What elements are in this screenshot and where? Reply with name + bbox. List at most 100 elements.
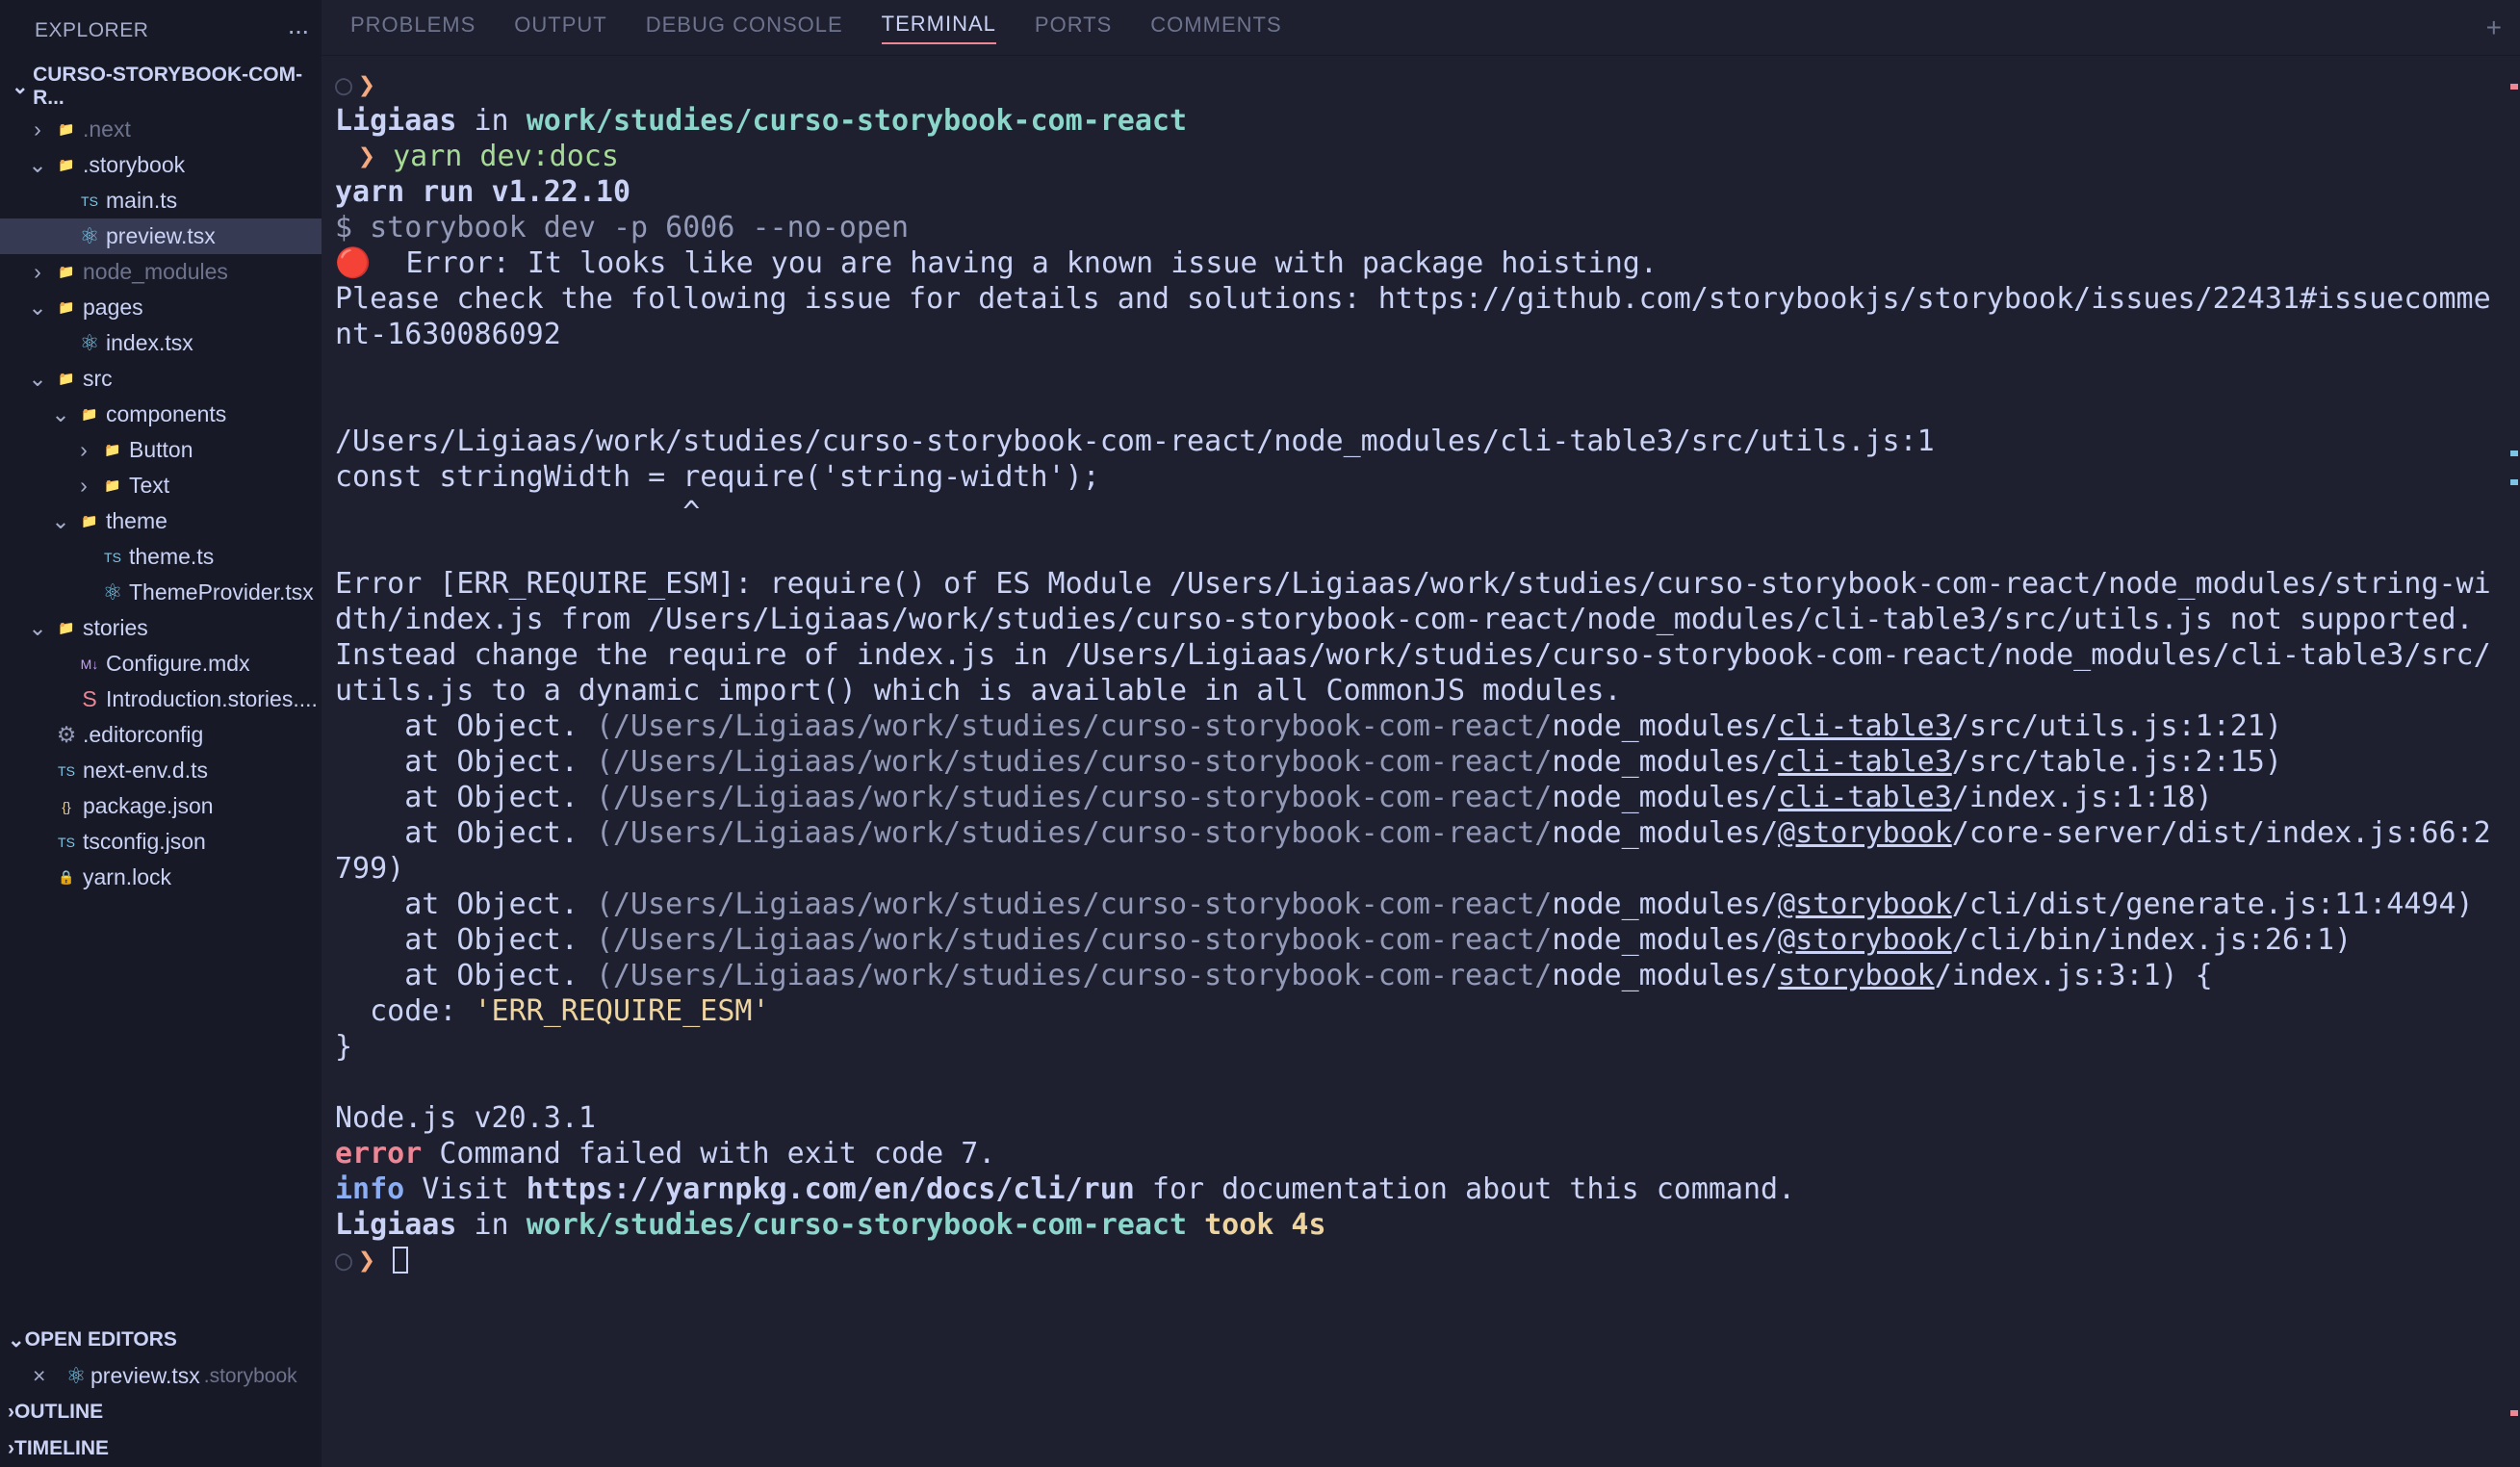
chevron-icon: › xyxy=(23,259,52,285)
tree-item[interactable]: ⌄📁.storybook xyxy=(0,147,321,183)
file-icon: 🔒 xyxy=(52,869,81,886)
file-icon: TS xyxy=(52,763,81,779)
tree-item[interactable]: ⌄📁components xyxy=(0,397,321,432)
file-icon: 📁 xyxy=(98,442,127,458)
editor-file-name: preview.tsx xyxy=(90,1363,200,1389)
file-icon: 📁 xyxy=(52,299,81,316)
panel-tab[interactable]: DEBUG CONSOLE xyxy=(646,13,843,43)
chevron-icon: ⌄ xyxy=(23,295,52,321)
tree-item[interactable]: TStsconfig.json xyxy=(0,824,321,860)
tree-item[interactable]: ⌄📁theme xyxy=(0,503,321,539)
tree-item-label: pages xyxy=(83,295,143,321)
chevron-icon: › xyxy=(69,473,98,499)
tree-item[interactable]: M↓Configure.mdx xyxy=(0,646,321,682)
chevron-icon: ⌄ xyxy=(23,152,52,178)
tree-item[interactable]: ⚛preview.tsx xyxy=(0,219,321,254)
open-editors-title: OPEN EDITORS xyxy=(25,1328,177,1351)
chevron-icon: ⌄ xyxy=(46,508,75,534)
file-icon: 📁 xyxy=(75,513,104,529)
outline-title: OUTLINE xyxy=(14,1401,103,1424)
file-icon: ⚛ xyxy=(98,579,127,605)
file-icon: ⚙ xyxy=(52,722,81,748)
tree-item-label: src xyxy=(83,366,113,392)
file-icon: 📁 xyxy=(75,406,104,423)
panel-tab[interactable]: COMMENTS xyxy=(1150,13,1281,43)
chevron-right-icon: › xyxy=(8,1437,14,1460)
chevron-icon: ⌄ xyxy=(46,401,75,427)
timeline-title: TIMELINE xyxy=(14,1437,109,1460)
outline-header[interactable]: › OUTLINE xyxy=(0,1394,321,1430)
more-icon[interactable]: ··· xyxy=(287,15,308,46)
tree-item-label: next-env.d.ts xyxy=(83,758,208,784)
tree-item-label: package.json xyxy=(83,793,214,819)
file-icon: 📁 xyxy=(52,371,81,387)
chevron-icon: › xyxy=(23,116,52,142)
file-icon: ⚛ xyxy=(62,1363,90,1389)
new-terminal-icon[interactable]: + xyxy=(2486,13,2503,43)
tree-item[interactable]: 🔒yarn.lock xyxy=(0,860,321,895)
open-editor-item[interactable]: ×⚛preview.tsx.storybook xyxy=(0,1358,321,1394)
explorer-sidebar: EXPLORER ··· ⌄ CURSO-STORYBOOK-COM-R... … xyxy=(0,0,321,1467)
tree-item[interactable]: ⌄📁stories xyxy=(0,610,321,646)
tree-item-label: Button xyxy=(129,437,193,463)
project-section-header[interactable]: ⌄ CURSO-STORYBOOK-COM-R... xyxy=(0,62,321,112)
tree-item[interactable]: TStheme.ts xyxy=(0,539,321,575)
tree-item-label: components xyxy=(106,401,226,427)
tree-item-label: index.tsx xyxy=(106,330,193,356)
chevron-icon: ⌄ xyxy=(23,366,52,392)
tree-item-label: .editorconfig xyxy=(83,722,203,748)
open-editors-list: ×⚛preview.tsx.storybook xyxy=(0,1358,321,1394)
tree-item[interactable]: ›📁node_modules xyxy=(0,254,321,290)
chevron-right-icon: › xyxy=(8,1401,14,1424)
file-icon: TS xyxy=(75,193,104,209)
file-icon: M↓ xyxy=(75,656,104,672)
tree-item[interactable]: SIntroduction.stories.... xyxy=(0,682,321,717)
file-icon: 📁 xyxy=(52,620,81,636)
panel-tab[interactable]: PORTS xyxy=(1035,13,1112,43)
editor-file-path: .storybook xyxy=(204,1365,297,1388)
tree-item-label: Introduction.stories.... xyxy=(106,686,318,712)
explorer-title: EXPLORER xyxy=(35,19,148,42)
tree-item[interactable]: TSmain.ts xyxy=(0,183,321,219)
file-icon: 📁 xyxy=(52,157,81,173)
panel-tab[interactable]: PROBLEMS xyxy=(350,13,476,43)
project-name: CURSO-STORYBOOK-COM-R... xyxy=(33,64,310,110)
tree-item[interactable]: ⌄📁src xyxy=(0,361,321,397)
tree-item-label: .storybook xyxy=(83,152,185,178)
tree-item-label: main.ts xyxy=(106,188,177,214)
file-icon: ⚛ xyxy=(75,223,104,249)
tree-item[interactable]: ⚙.editorconfig xyxy=(0,717,321,753)
main-panel: PROBLEMS OUTPUT DEBUG CONSOLE TERMINAL PORTS… xyxy=(321,0,2520,1467)
chevron-icon: › xyxy=(69,437,98,463)
file-tree: ›📁.next⌄📁.storybookTSmain.ts⚛preview.tsx… xyxy=(0,112,321,1322)
tree-item-label: Configure.mdx xyxy=(106,651,250,677)
tree-item[interactable]: ⚛ThemeProvider.tsx xyxy=(0,575,321,610)
tree-item-label: yarn.lock xyxy=(83,864,171,890)
chevron-icon: ⌄ xyxy=(23,615,52,641)
panel-tab[interactable]: TERMINAL xyxy=(882,12,996,44)
tree-item[interactable]: TSnext-env.d.ts xyxy=(0,753,321,788)
tree-item-label: tsconfig.json xyxy=(83,829,206,855)
tree-item[interactable]: ›📁.next xyxy=(0,112,321,147)
file-icon: 📁 xyxy=(52,121,81,138)
timeline-header[interactable]: › TIMELINE xyxy=(0,1430,321,1467)
panel-tab[interactable]: OUTPUT xyxy=(514,13,606,43)
tree-item[interactable]: ⌄📁pages xyxy=(0,290,321,325)
file-icon: TS xyxy=(52,835,81,850)
tree-item[interactable]: ⚛index.tsx xyxy=(0,325,321,361)
file-icon: S xyxy=(75,686,104,712)
open-editors-header[interactable]: ⌄ OPEN EDITORS xyxy=(0,1322,321,1358)
explorer-header: EXPLORER ··· xyxy=(0,0,321,62)
tree-item-label: stories xyxy=(83,615,148,641)
scroll-markers xyxy=(2508,56,2518,1467)
tree-item-label: Text xyxy=(129,473,169,499)
tree-item[interactable]: ›📁Text xyxy=(0,468,321,503)
tree-item-label: theme.ts xyxy=(129,544,214,570)
tree-item[interactable]: ›📁Button xyxy=(0,432,321,468)
close-icon[interactable]: × xyxy=(33,1363,62,1389)
tree-item[interactable]: {}package.json xyxy=(0,788,321,824)
file-icon: {} xyxy=(52,799,81,814)
file-icon: 📁 xyxy=(52,264,81,280)
file-icon: TS xyxy=(98,550,127,565)
terminal-output[interactable]: ○❯ Ligiaas in work/studies/curso-storybo… xyxy=(321,56,2520,1467)
